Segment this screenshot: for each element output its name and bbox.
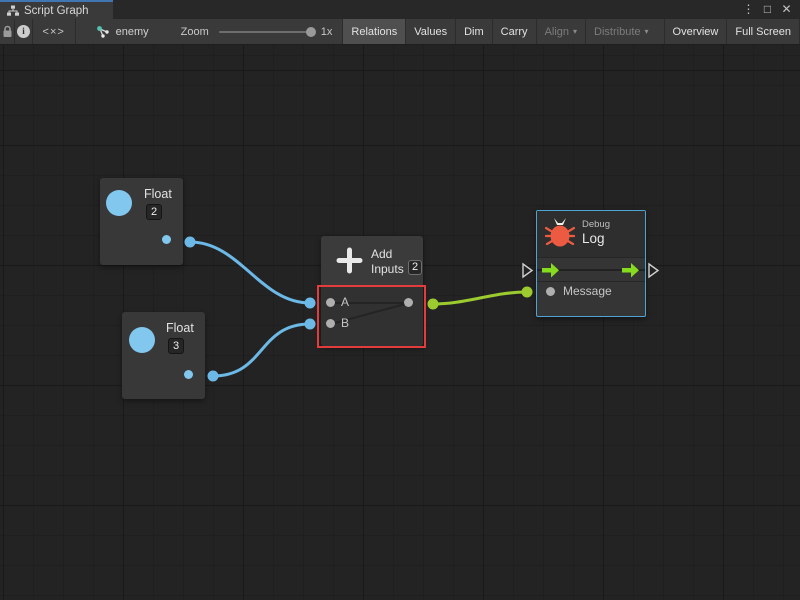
- code-icon: <×>: [43, 26, 65, 38]
- add-inputs-label: Inputs: [371, 262, 404, 276]
- message-label: Message: [563, 284, 612, 298]
- add-output-port[interactable]: [404, 298, 413, 307]
- wire-endpoint[interactable]: [185, 237, 196, 248]
- add-node-header[interactable]: Add Inputs 2: [321, 236, 423, 285]
- float-node-2[interactable]: Float 3: [122, 312, 205, 399]
- float-2-title: Float: [166, 321, 194, 335]
- message-input-port[interactable]: [546, 287, 555, 296]
- graph-canvas[interactable]: Float 2 Float 3 Add Inputs 2: [0, 45, 800, 600]
- flow-output-triangle-icon[interactable]: [649, 264, 658, 277]
- graph-name-label: enemy: [116, 26, 149, 38]
- graph-toolbar: i <×> enemy Zoom 1x Relations Values Dim: [0, 19, 800, 45]
- wire-add-to-debug[interactable]: [433, 292, 527, 304]
- wire-endpoint[interactable]: [208, 371, 219, 382]
- add-node[interactable]: Add Inputs 2: [321, 236, 423, 346]
- debug-flow-row: [537, 258, 645, 282]
- chevron-down-icon: ▾: [645, 27, 649, 36]
- add-inputs-count-field[interactable]: 2: [408, 260, 422, 275]
- lock-button[interactable]: [0, 19, 15, 44]
- window-menu-icon[interactable]: ⋮: [741, 2, 756, 17]
- tab-title: Script Graph: [24, 5, 89, 17]
- wire-endpoint[interactable]: [305, 319, 316, 330]
- zoom-slider-track[interactable]: [219, 31, 314, 33]
- float-1-value-port[interactable]: [106, 190, 132, 216]
- toolbar-buttons: Relations Values Dim Carry Align ▾ Distr…: [342, 19, 800, 44]
- add-input-a-label: A: [341, 295, 349, 309]
- zoom-value: 1x: [321, 26, 333, 38]
- float-2-value-field[interactable]: 3: [168, 338, 184, 354]
- code-view-button[interactable]: <×>: [33, 19, 76, 44]
- debug-node-header[interactable]: Debug Log: [537, 211, 645, 258]
- bug-icon: [545, 217, 575, 249]
- wire-float1-to-add-a[interactable]: [190, 242, 310, 303]
- dim-button[interactable]: Dim: [455, 19, 492, 44]
- lock-icon: [2, 25, 13, 38]
- plus-icon: [336, 247, 363, 274]
- close-icon[interactable]: ✕: [779, 2, 794, 17]
- flow-input-triangle-icon[interactable]: [523, 264, 532, 277]
- script-graph-window: Script Graph ⋮ □ ✕ i <×>: [0, 0, 800, 600]
- float-1-title: Float: [144, 187, 172, 201]
- add-input-b-port[interactable]: [326, 319, 335, 328]
- overview-button[interactable]: Overview: [664, 19, 727, 44]
- float-2-value-port[interactable]: [129, 327, 155, 353]
- float-1-output-port[interactable]: [162, 235, 171, 244]
- zoom-control: Zoom 1x: [181, 19, 333, 44]
- float-node-1[interactable]: Float 2: [100, 178, 183, 265]
- add-node-body: [321, 285, 423, 346]
- fullscreen-button[interactable]: Full Screen: [726, 19, 800, 44]
- relations-button[interactable]: Relations: [342, 19, 405, 44]
- graph-asset-icon: [96, 25, 110, 39]
- debug-log-node[interactable]: Debug Log Message: [536, 210, 646, 317]
- chevron-down-icon: ▾: [573, 27, 577, 36]
- debug-title-label: Log: [582, 231, 605, 246]
- add-node-title: Add: [371, 247, 392, 261]
- zoom-slider-handle[interactable]: [306, 27, 316, 37]
- wire-endpoint[interactable]: [305, 298, 316, 309]
- maximize-icon[interactable]: □: [760, 2, 775, 17]
- wire-endpoint[interactable]: [428, 299, 439, 310]
- breadcrumb[interactable]: enemy: [96, 19, 149, 44]
- tab-strip: Script Graph ⋮ □ ✕: [0, 0, 800, 19]
- wire-float2-to-add-b[interactable]: [213, 324, 310, 376]
- add-input-a-port[interactable]: [326, 298, 335, 307]
- carry-button[interactable]: Carry: [492, 19, 536, 44]
- graph-hierarchy-icon: [7, 5, 19, 17]
- add-input-b-label: B: [341, 316, 349, 330]
- align-button[interactable]: Align ▾: [536, 19, 585, 44]
- distribute-button[interactable]: Distribute ▾: [585, 19, 656, 44]
- wire-endpoint[interactable]: [522, 287, 533, 298]
- tab-script-graph[interactable]: Script Graph: [0, 0, 113, 19]
- info-icon: i: [17, 25, 30, 38]
- zoom-label: Zoom: [181, 26, 209, 38]
- debug-category-label: Debug: [582, 219, 610, 230]
- values-button[interactable]: Values: [405, 19, 455, 44]
- float-2-output-port[interactable]: [184, 370, 193, 379]
- float-1-value-field[interactable]: 2: [146, 204, 162, 220]
- window-controls: ⋮ □ ✕: [741, 0, 800, 19]
- info-button[interactable]: i: [15, 19, 32, 44]
